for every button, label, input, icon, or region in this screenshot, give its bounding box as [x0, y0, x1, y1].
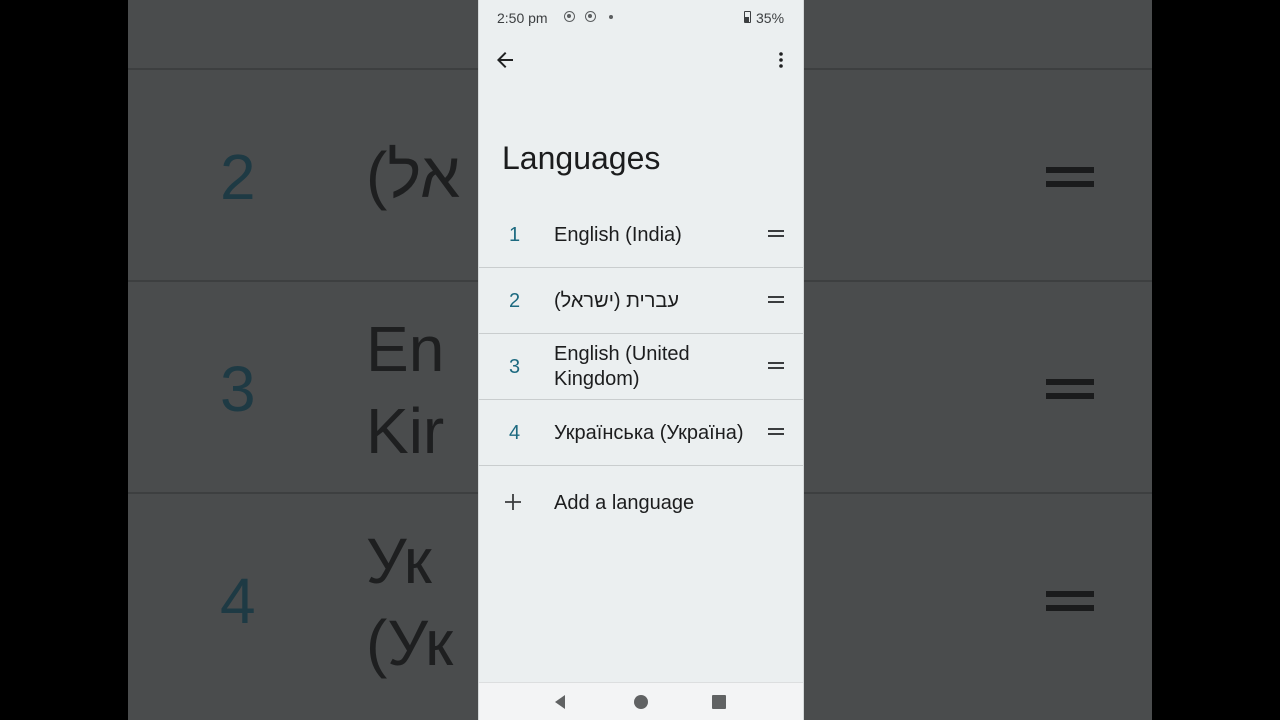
language-item[interactable]: 3 English (United Kingdom)	[479, 334, 803, 400]
language-index: 2	[509, 290, 521, 312]
back-button[interactable]	[493, 48, 517, 72]
nav-recents-icon[interactable]	[712, 695, 726, 709]
more-options-button[interactable]	[769, 48, 793, 72]
page-title: Languages	[502, 140, 661, 176]
navigation-bar	[479, 682, 803, 720]
language-index: 4	[509, 422, 521, 444]
language-label: English (United Kingdom)	[554, 343, 690, 390]
bg-row-text: (Ук	[366, 607, 454, 679]
drag-handle-icon[interactable]	[768, 296, 784, 303]
battery-icon	[744, 11, 751, 23]
record-icon	[564, 11, 575, 22]
language-index: 1	[509, 224, 521, 246]
drag-handle-icon[interactable]	[768, 362, 784, 369]
nav-home-icon[interactable]	[634, 695, 648, 709]
bg-row-index: 3	[220, 353, 256, 425]
language-label: עברית (ישראל)	[554, 289, 680, 312]
record-icon	[585, 11, 596, 22]
phone-screen: 2:50 pm 35% Languages 1 English (India) …	[478, 0, 804, 720]
status-time: 2:50 pm	[497, 10, 548, 26]
more-vert-icon	[779, 52, 783, 68]
bg-row-index: 4	[220, 565, 256, 637]
bg-row-index: 2	[220, 141, 256, 213]
bg-drag-handle-icon	[1046, 379, 1094, 399]
bg-row-text: (אל	[366, 139, 461, 211]
status-bar: 2:50 pm 35%	[479, 0, 803, 34]
language-item[interactable]: 2 עברית (ישראל)	[479, 268, 803, 334]
bg-drag-handle-icon	[1046, 591, 1094, 611]
drag-handle-icon[interactable]	[768, 428, 784, 435]
bg-row-text: Ук	[366, 525, 432, 597]
notification-dot-icon	[609, 15, 613, 19]
language-list: 1 English (India) 2 עברית (ישראל) 3 Engl…	[479, 202, 803, 466]
bg-drag-handle-icon	[1046, 167, 1094, 187]
language-label: Українська (Україна)	[554, 421, 744, 444]
language-item[interactable]: 4 Українська (Україна)	[479, 400, 803, 466]
drag-handle-icon[interactable]	[768, 230, 784, 237]
language-item[interactable]: 1 English (India)	[479, 202, 803, 268]
add-language-label: Add a language	[554, 492, 695, 514]
bg-row-text: Kir	[366, 395, 445, 467]
language-index: 3	[509, 356, 521, 378]
plus-icon	[505, 494, 521, 510]
arrow-left-icon	[497, 52, 513, 68]
nav-back-icon[interactable]	[552, 694, 568, 710]
bg-row-text: En	[366, 313, 445, 385]
language-label: English (India)	[554, 223, 682, 246]
add-language-button[interactable]: Add a language	[479, 470, 803, 536]
battery-level: 35%	[756, 10, 785, 26]
